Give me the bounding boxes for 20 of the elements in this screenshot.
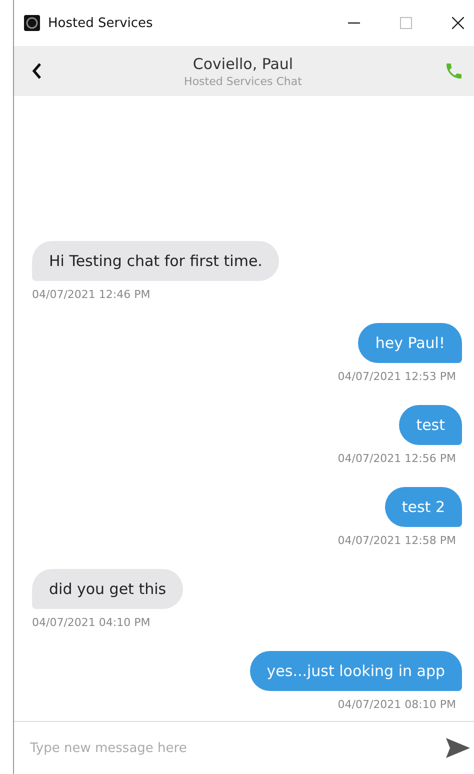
message-timestamp: 04/07/2021 12:58 PM bbox=[338, 534, 456, 547]
send-icon[interactable] bbox=[446, 738, 470, 758]
close-icon[interactable] bbox=[452, 17, 464, 29]
message-timestamp: 04/07/2021 12:53 PM bbox=[338, 370, 456, 383]
message-input[interactable]: Type new message here bbox=[28, 740, 446, 756]
message-bubble: hey Paul! bbox=[358, 323, 462, 363]
message-timestamp: 04/07/2021 12:46 PM bbox=[32, 288, 150, 301]
message-bubble: test 2 bbox=[384, 487, 462, 527]
chat-subtitle: Hosted Services Chat bbox=[184, 74, 302, 88]
message-timestamp: 04/07/2021 08:10 PM bbox=[338, 698, 456, 711]
message-bubble: yes...just looking in app bbox=[250, 651, 462, 691]
message-bubble: test bbox=[399, 405, 462, 445]
message-bubble: Hi Testing chat for first time. bbox=[32, 241, 280, 281]
app-logo-icon bbox=[24, 15, 40, 31]
contact-name: Coviello, Paul bbox=[192, 54, 294, 72]
back-icon[interactable] bbox=[32, 63, 42, 79]
message-timestamp: 04/07/2021 12:56 PM bbox=[338, 452, 456, 465]
message-bubble: did you get this bbox=[32, 569, 184, 609]
message-timestamp: 04/07/2021 04:10 PM bbox=[32, 616, 150, 629]
window-title: Hosted Services bbox=[48, 16, 153, 30]
